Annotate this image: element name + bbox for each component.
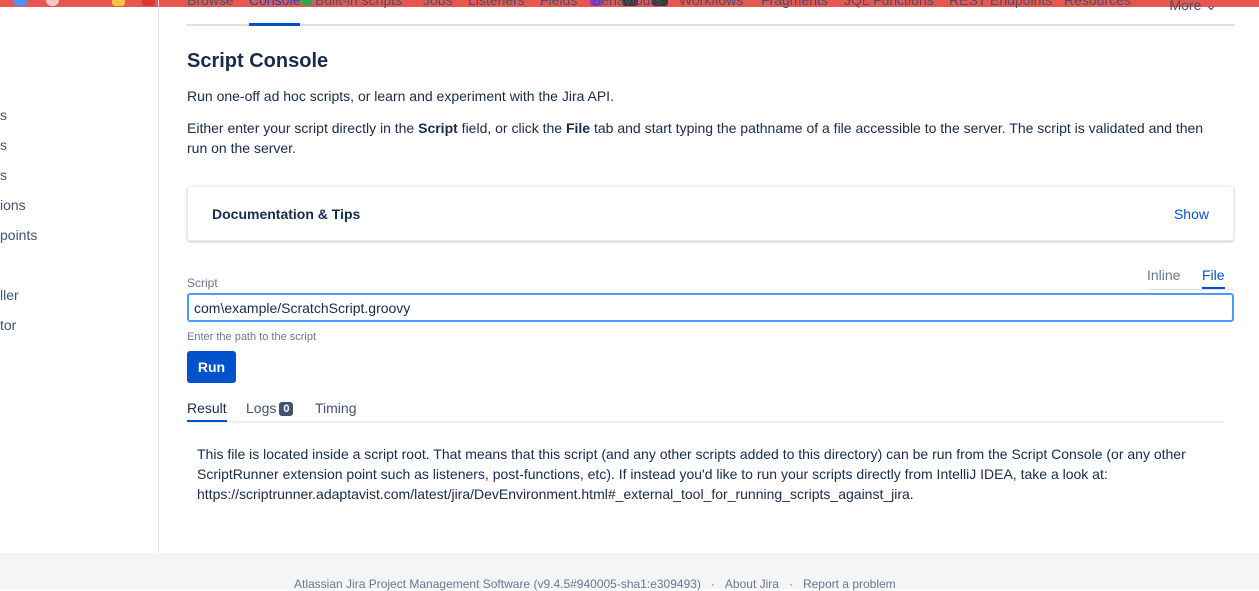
sidebar-item[interactable]: tor <box>0 317 16 333</box>
logs-count-badge: 0 <box>279 402 294 416</box>
tab-timing[interactable]: Timing <box>315 400 357 420</box>
run-button[interactable]: Run <box>187 351 236 383</box>
result-output: This file is located inside a script roo… <box>197 446 1186 502</box>
tab-rest-endpoints[interactable]: REST Endpoints <box>949 0 1052 8</box>
tab-more[interactable]: More ⌄ <box>1169 0 1217 14</box>
page-description: Either enter your script directly in the… <box>187 118 1227 158</box>
desc-file-term: File <box>565 120 591 136</box>
tab-browse[interactable]: Browse <box>187 0 234 8</box>
sidebar-item[interactable]: s <box>0 107 7 123</box>
tab-jobs[interactable]: Jobs <box>423 0 453 8</box>
tab-workflows[interactable]: Workflows <box>679 0 743 8</box>
desc-script-term: Script <box>418 120 458 136</box>
tab-built-in-scripts[interactable]: Built-in scripts <box>315 0 402 8</box>
sidebar-item[interactable]: points <box>0 227 37 243</box>
active-tab-indicator <box>249 23 300 26</box>
logs-label: Logs <box>246 400 277 416</box>
desc-text: field, or click the <box>457 120 566 136</box>
mode-tabs-divider <box>1147 289 1234 290</box>
script-path-input[interactable] <box>187 293 1234 322</box>
page-title: Script Console <box>187 50 329 72</box>
documentation-title: Documentation & Tips <box>212 206 361 222</box>
tab-jql-functions[interactable]: JQL Functions <box>844 0 934 8</box>
sidebar-item[interactable]: ller <box>0 287 19 303</box>
chevron-down-icon: ⌄ <box>1205 0 1217 13</box>
tab-inline[interactable]: Inline <box>1147 267 1180 287</box>
tab-behaviours[interactable]: Behaviours <box>592 0 662 8</box>
tab-resources[interactable]: Resources <box>1064 0 1131 8</box>
scriptrunner-nav-tabs: Browse Console Built-in scripts Jobs Lis… <box>187 0 1235 26</box>
script-helper-text: Enter the path to the script <box>187 331 317 343</box>
tab-logs[interactable]: Logs 0 <box>246 400 294 420</box>
tab-fragments[interactable]: Fragments <box>761 0 828 8</box>
left-sidebar: s s s ions points ller tor <box>0 0 159 553</box>
script-label: Script <box>187 276 218 290</box>
sidebar-item[interactable]: s <box>0 137 7 153</box>
desc-text: Either enter your script directly in the <box>187 120 419 136</box>
sidebar-item[interactable]: s <box>0 167 7 183</box>
tab-fields[interactable]: Fields <box>540 0 577 8</box>
more-label: More <box>1169 0 1202 13</box>
documentation-panel: Documentation & Tips Show <box>187 186 1234 241</box>
sidebar-item[interactable]: ions <box>0 197 26 213</box>
documentation-show-link[interactable]: Show <box>1174 206 1209 222</box>
tab-console[interactable]: Console <box>249 0 300 8</box>
page-footer: Atlassian Jira Project Management Softwa… <box>0 553 1259 591</box>
page-intro: Run one-off ad hoc scripts, or learn and… <box>187 88 614 104</box>
tab-listeners[interactable]: Listeners <box>468 0 525 8</box>
tab-file[interactable]: File <box>1202 267 1225 289</box>
result-tabs: Result Logs 0 Timing <box>187 398 1224 423</box>
tab-result[interactable]: Result <box>187 400 227 422</box>
